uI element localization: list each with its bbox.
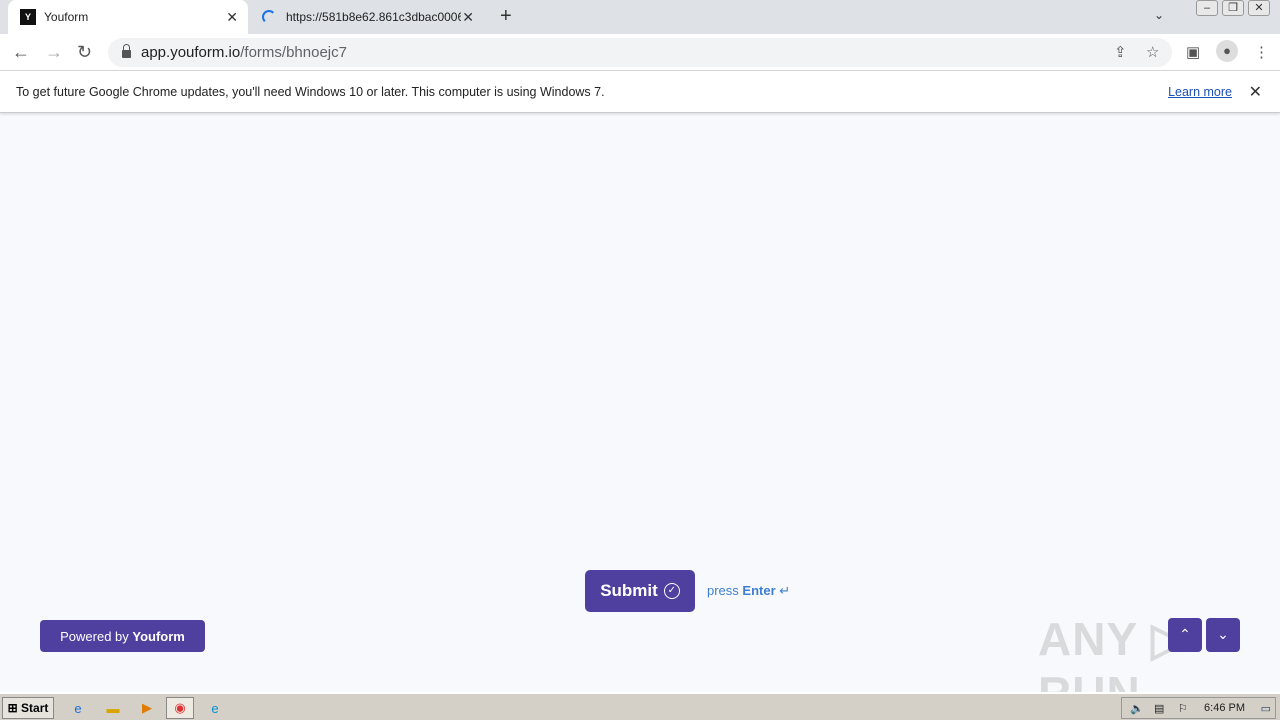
ie-icon[interactable]: e: [64, 697, 92, 719]
powered-prefix: Powered by: [60, 628, 129, 644]
close-window-icon[interactable]: ✕: [1248, 0, 1270, 16]
windows-logo-icon: ⊞: [7, 701, 18, 715]
enter-label: Enter: [742, 583, 776, 598]
enter-icon: ↵: [779, 583, 791, 598]
tab-title: Youform: [44, 10, 89, 24]
next-question-button[interactable]: ⌄: [1206, 618, 1240, 652]
system-tray: 🔈 ▤ ⚐ 6:46 PM ▭: [1121, 697, 1276, 719]
show-desktop-icon[interactable]: ▭: [1261, 702, 1271, 715]
minimize-icon[interactable]: –: [1196, 0, 1218, 16]
volume-icon[interactable]: 🔈: [1130, 702, 1144, 715]
browser-toolbar: ← → ↻ app.youform.io/forms/bhnoejc7 ⇪ ☆ …: [0, 34, 1280, 71]
share-icon[interactable]: ⇪: [1114, 43, 1127, 61]
check-circle-icon: ✓: [663, 583, 680, 599]
lock-icon: [122, 44, 131, 58]
tab-title: https://581b8e62.861c3dbac00064: [286, 10, 461, 24]
loading-spinner-icon: [262, 10, 276, 24]
close-infobar-icon[interactable]: ✕: [1249, 82, 1262, 102]
address-bar[interactable]: app.youform.io/forms/bhnoejc7: [108, 38, 1172, 67]
reload-icon[interactable]: ↻: [77, 42, 92, 63]
tab-bar: Y Youform ✕ https://581b8e62.861c3dbac00…: [0, 0, 1280, 34]
press-label: press: [707, 583, 739, 598]
url-path: /forms/bhnoejc7: [240, 44, 347, 61]
powered-brand: Youform: [132, 628, 185, 644]
forward-icon[interactable]: →: [45, 42, 63, 63]
network-icon[interactable]: ▤: [1154, 702, 1164, 715]
tab-youform[interactable]: Y Youform ✕: [8, 0, 248, 34]
update-infobar: To get future Google Chrome updates, you…: [0, 71, 1280, 113]
chrome-icon[interactable]: ◉: [166, 697, 194, 719]
side-panel-icon[interactable]: ▣: [1186, 43, 1200, 61]
youform-favicon: Y: [20, 9, 36, 25]
clock[interactable]: 6:46 PM: [1204, 702, 1245, 714]
learn-more-link[interactable]: Learn more: [1168, 85, 1232, 99]
url-host: app.youform.io: [141, 44, 241, 61]
press-enter-hint: press Enter ↵: [707, 583, 790, 599]
close-tab-icon[interactable]: ✕: [226, 9, 238, 26]
close-tab-icon[interactable]: ✕: [462, 9, 474, 26]
new-tab-icon[interactable]: +: [500, 5, 512, 28]
powered-by-badge[interactable]: Powered by Youform: [40, 620, 205, 652]
profile-icon[interactable]: ●: [1216, 40, 1238, 62]
star-icon[interactable]: ☆: [1146, 43, 1159, 61]
infobar-message: To get future Google Chrome updates, you…: [16, 84, 605, 99]
explorer-icon[interactable]: ▬: [99, 697, 127, 719]
start-button[interactable]: ⊞ Start: [2, 697, 54, 719]
start-label: Start: [21, 701, 49, 715]
edge-icon[interactable]: e: [201, 697, 229, 719]
flag-icon[interactable]: ⚐: [1178, 702, 1188, 715]
media-player-icon[interactable]: ▶: [133, 697, 161, 719]
tab-loading[interactable]: https://581b8e62.861c3dbac00064 ✕: [252, 0, 484, 34]
restore-icon[interactable]: ❐: [1222, 0, 1244, 16]
windows-taskbar: ⊞ Start e ▬ ▶ ◉ e 🔈 ▤ ⚐ 6:46 PM ▭: [0, 692, 1280, 720]
previous-question-button[interactable]: ⌃: [1168, 618, 1202, 652]
menu-icon[interactable]: ⋮: [1254, 43, 1269, 61]
submit-button[interactable]: Submit ✓: [585, 570, 695, 612]
tab-search-chevron-icon[interactable]: ⌄: [1154, 8, 1164, 22]
submit-label: Submit: [600, 581, 658, 600]
back-icon[interactable]: ←: [12, 42, 30, 63]
